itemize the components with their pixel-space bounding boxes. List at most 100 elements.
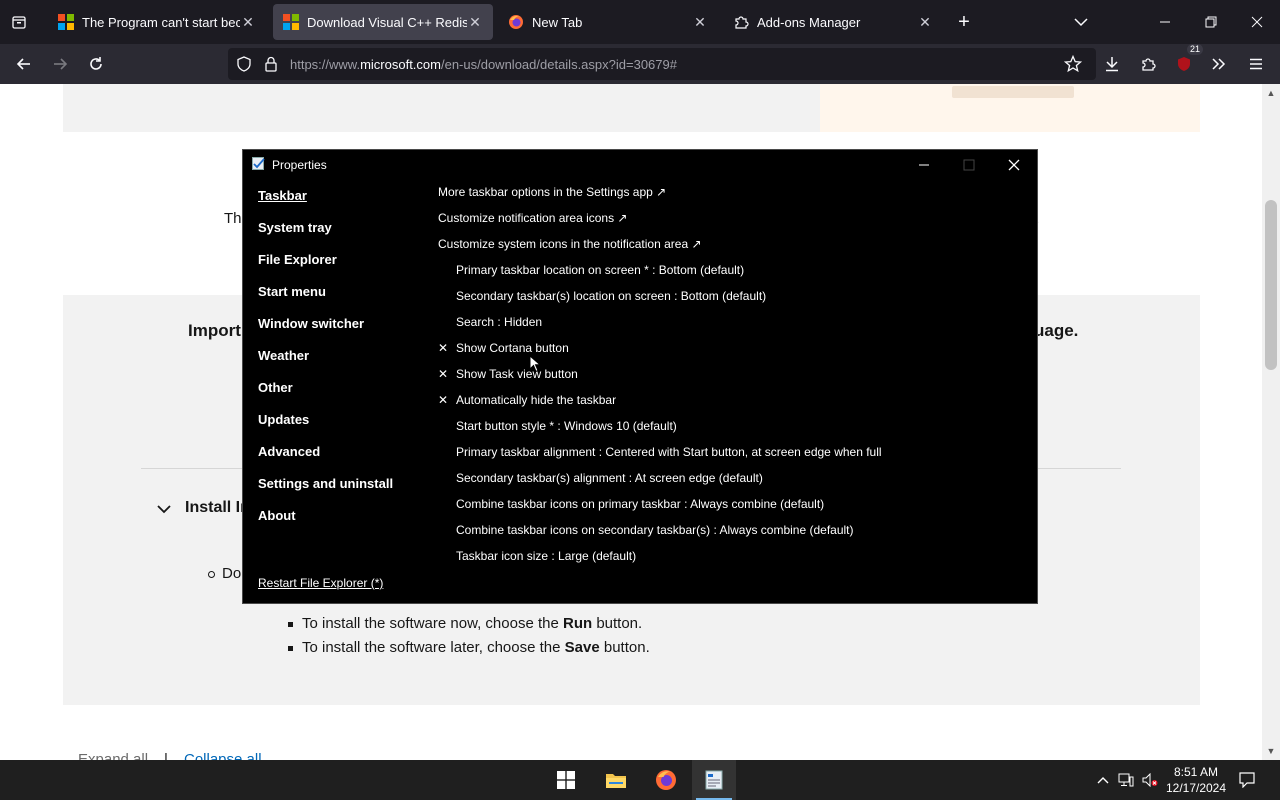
- nav-item-system-tray[interactable]: System tray: [258, 220, 393, 252]
- option-auto-hide[interactable]: ✕ Automatically hide the taskbar: [438, 392, 1028, 418]
- nav-item-updates[interactable]: Updates: [258, 412, 393, 444]
- dialog-titlebar[interactable]: Properties: [243, 150, 1037, 180]
- lock-icon[interactable]: [264, 56, 278, 77]
- downloads-icon[interactable]: [1098, 50, 1126, 78]
- shield-icon[interactable]: [236, 56, 252, 77]
- nav-item-file-explorer[interactable]: File Explorer: [258, 252, 393, 284]
- accordion-install-title[interactable]: Install In: [185, 499, 250, 517]
- bookmark-star-icon[interactable]: [1063, 54, 1083, 78]
- firefox-logo-icon: [508, 14, 524, 30]
- promo-banner: [820, 84, 1200, 132]
- option-show-cortana[interactable]: ✕ Show Cortana button: [438, 340, 1028, 366]
- option-start-button-style[interactable]: Start button style * : Windows 10 (defau…: [438, 418, 1028, 444]
- option-label: Show Cortana button: [456, 341, 569, 355]
- nav-item-about[interactable]: About: [258, 508, 393, 540]
- tab-list-icon[interactable]: [8, 11, 30, 33]
- new-tab-plus-icon[interactable]: +: [952, 10, 976, 34]
- url-path: /en-us/download/details.aspx?id=30679#: [440, 57, 677, 72]
- system-clock[interactable]: 8:51 AM 12/17/2024: [1160, 764, 1232, 796]
- dialog-maximize-icon: [946, 150, 992, 180]
- option-label: Automatically hide the taskbar: [456, 393, 617, 407]
- minimize-icon[interactable]: [1142, 0, 1188, 44]
- microsoft-logo-icon: [58, 14, 74, 30]
- nav-item-start-menu[interactable]: Start menu: [258, 284, 393, 316]
- expand-all-link[interactable]: Expand all: [78, 751, 148, 760]
- tab-close-icon[interactable]: ✕: [240, 14, 256, 30]
- tab-title: Add-ons Manager: [757, 14, 861, 30]
- list-item: To install the software now, choose the …: [288, 612, 650, 636]
- back-arrow-icon[interactable]: [10, 50, 38, 78]
- properties-app-icon: [252, 157, 266, 171]
- tab-program-cant-start[interactable]: The Program can't start becaus ✕: [48, 4, 266, 40]
- list-item-partial: Do: [222, 565, 242, 582]
- option-combine-secondary[interactable]: Combine taskbar icons on secondary taskb…: [438, 522, 1028, 548]
- option-settings-app-link[interactable]: More taskbar options in the Settings app…: [438, 184, 1028, 210]
- nav-item-weather[interactable]: Weather: [258, 348, 393, 380]
- chevron-down-icon[interactable]: [1070, 12, 1092, 32]
- windows-start-icon[interactable]: [544, 760, 588, 800]
- nav-item-advanced[interactable]: Advanced: [258, 444, 393, 476]
- action-center-icon[interactable]: [1236, 760, 1258, 800]
- collapse-all-link[interactable]: Collapse all: [184, 751, 262, 760]
- nav-item-other[interactable]: Other: [258, 380, 393, 412]
- nav-item-window-switcher[interactable]: Window switcher: [258, 316, 393, 348]
- list-item: To install the software later, choose th…: [288, 636, 650, 660]
- install-options-list: To install the software now, choose the …: [288, 612, 650, 660]
- hamburger-menu-icon[interactable]: [1242, 50, 1270, 78]
- ublock-extension-icon[interactable]: 21: [1170, 44, 1203, 78]
- nav-item-settings-uninstall[interactable]: Settings and uninstall: [258, 476, 393, 508]
- tab-new-tab[interactable]: New Tab ✕: [498, 4, 718, 40]
- checkmark-icon: ✕: [438, 393, 449, 407]
- important-heading-end: uage.: [1034, 321, 1079, 340]
- properties-taskbar-icon[interactable]: [692, 760, 736, 800]
- option-label: Show Task view button: [456, 367, 578, 381]
- page-scrollbar[interactable]: ▲ ▼: [1262, 84, 1280, 760]
- volume-muted-icon[interactable]: [1140, 760, 1160, 800]
- firefox-taskbar-icon[interactable]: [644, 760, 688, 800]
- mouse-cursor-icon: [529, 354, 542, 378]
- restore-icon[interactable]: [1188, 0, 1234, 44]
- dialog-close-icon[interactable]: [991, 150, 1037, 180]
- extensions-puzzle-icon[interactable]: [1134, 50, 1162, 78]
- file-explorer-icon[interactable]: [594, 760, 638, 800]
- tab-download-visual-cpp[interactable]: Download Visual C++ Redistrib ✕: [273, 4, 493, 40]
- dialog-minimize-icon[interactable]: [901, 150, 947, 180]
- option-secondary-location[interactable]: Secondary taskbar(s) location on screen …: [438, 288, 1028, 314]
- close-icon[interactable]: [1234, 0, 1280, 44]
- network-icon[interactable]: [1116, 760, 1136, 800]
- overflow-chevrons-icon[interactable]: [1205, 50, 1233, 78]
- windows-taskbar: 8:51 AM 12/17/2024: [0, 760, 1280, 800]
- option-notification-icons-link[interactable]: Customize notification area icons ↗: [438, 210, 1028, 236]
- option-show-task-view[interactable]: ✕ Show Task view button: [438, 366, 1028, 392]
- option-primary-location[interactable]: Primary taskbar location on screen * : B…: [438, 262, 1028, 288]
- scroll-thumb[interactable]: [1265, 200, 1277, 370]
- tab-title: Download Visual C++ Redistrib: [307, 14, 467, 30]
- tab-close-icon[interactable]: ✕: [917, 14, 933, 30]
- option-search[interactable]: Search : Hidden: [438, 314, 1028, 340]
- show-hidden-icons-chevron-icon[interactable]: [1094, 760, 1112, 800]
- option-combine-primary[interactable]: Combine taskbar icons on primary taskbar…: [438, 496, 1028, 522]
- url-prefix: https://www.: [290, 57, 361, 72]
- chevron-down-icon[interactable]: [156, 502, 172, 520]
- taskbar-options-list: More taskbar options in the Settings app…: [438, 184, 1028, 574]
- forward-arrow-icon[interactable]: [46, 50, 74, 78]
- tab-close-icon[interactable]: ✕: [692, 14, 708, 30]
- scroll-up-icon[interactable]: ▲: [1266, 88, 1276, 98]
- tab-title: New Tab: [532, 14, 583, 30]
- option-secondary-alignment[interactable]: Secondary taskbar(s) alignment : At scre…: [438, 470, 1028, 496]
- browser-tab-strip: The Program can't start becaus ✕ Downloa…: [0, 0, 1280, 44]
- option-icon-size[interactable]: Taskbar icon size : Large (default): [438, 548, 1028, 574]
- url-text[interactable]: https://www.microsoft.com/en-us/download…: [290, 57, 677, 72]
- important-heading: Import: [188, 321, 241, 340]
- option-primary-alignment[interactable]: Primary taskbar alignment : Centered wit…: [438, 444, 1028, 470]
- address-bar[interactable]: https://www.microsoft.com/en-us/download…: [228, 48, 1096, 80]
- tab-close-icon[interactable]: ✕: [467, 14, 483, 30]
- option-system-icons-link[interactable]: Customize system icons in the notificati…: [438, 236, 1028, 262]
- scroll-down-icon[interactable]: ▼: [1266, 746, 1276, 756]
- promo-button[interactable]: [952, 86, 1074, 98]
- restart-file-explorer-link[interactable]: Restart File Explorer (*): [258, 576, 383, 590]
- clock-date: 12/17/2024: [1165, 781, 1227, 795]
- tab-addons-manager[interactable]: Add-ons Manager ✕: [723, 4, 943, 40]
- nav-item-taskbar[interactable]: Taskbar: [258, 188, 393, 220]
- reload-icon[interactable]: [82, 50, 110, 78]
